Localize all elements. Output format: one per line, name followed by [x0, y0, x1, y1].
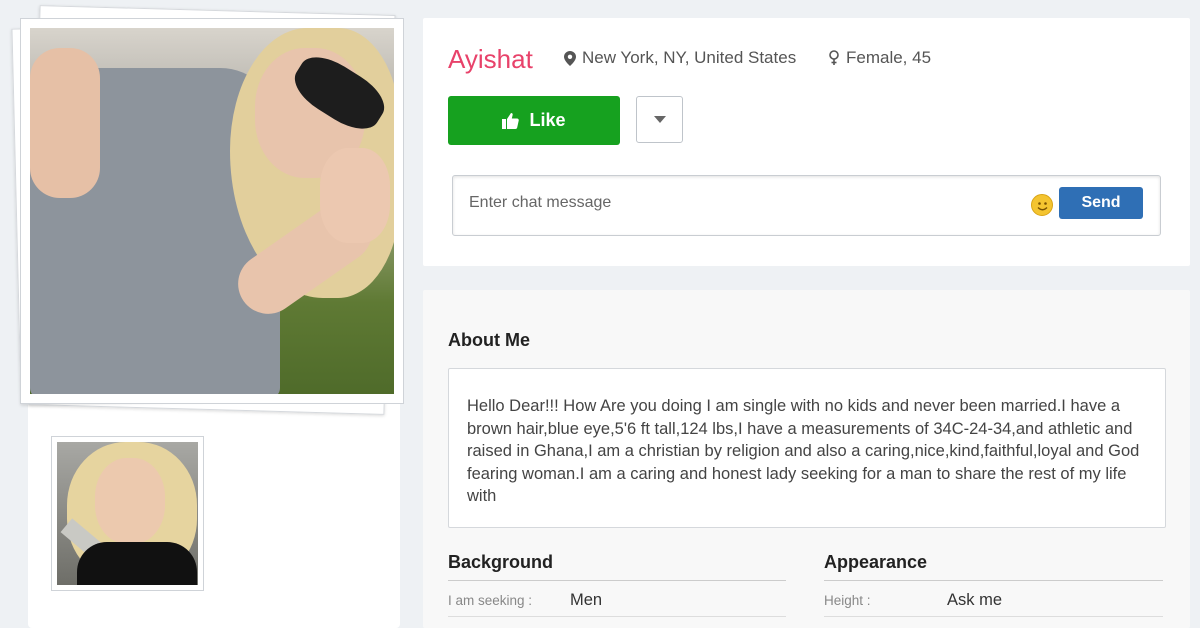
background-row-divider	[448, 616, 786, 617]
thumb-top	[77, 542, 197, 585]
background-title: Background	[448, 552, 554, 572]
map-pin-icon	[564, 50, 576, 66]
female-symbol-icon	[829, 50, 839, 65]
chat-box: Send	[452, 175, 1161, 236]
smiley-icon[interactable]	[1031, 194, 1053, 216]
main-photo-frame[interactable]	[20, 18, 404, 404]
appearance-row-divider	[824, 616, 1163, 617]
thumbs-up-icon	[502, 112, 520, 129]
thumbnail-frame[interactable]	[51, 436, 204, 591]
seeking-value: Men	[570, 591, 603, 609]
thumb-face	[95, 458, 165, 544]
profile-name: Ayishat	[448, 44, 533, 74]
smiley-face-glyph	[1037, 202, 1048, 211]
more-actions-dropdown[interactable]	[636, 96, 683, 143]
main-photo-stack	[11, 5, 408, 415]
photo-hand	[320, 148, 390, 243]
appearance-title: Appearance	[824, 552, 928, 572]
caret-down-icon	[653, 116, 666, 123]
chat-message-input[interactable]	[469, 190, 1009, 216]
location: New York, NY, United States	[564, 48, 796, 68]
about-title: About Me	[448, 330, 530, 350]
location-text: New York, NY, United States	[582, 48, 797, 67]
like-label: Like	[529, 110, 566, 130]
like-button[interactable]: Like	[448, 96, 620, 145]
gender-age: Female, 45	[828, 48, 931, 68]
height-label: Height :	[824, 593, 871, 608]
profile-header-card: Ayishat New York, NY, United States Fema…	[423, 18, 1190, 266]
height-value: Ask me	[947, 591, 1003, 609]
profile-thumbnail[interactable]	[57, 442, 198, 585]
main-photo[interactable]	[30, 28, 394, 394]
photo-arm	[30, 48, 100, 198]
profile-details-card: About Me Hello Dear!!! How Are you doing…	[423, 290, 1190, 628]
appearance-divider	[824, 580, 1163, 581]
send-button[interactable]: Send	[1059, 187, 1143, 219]
background-divider	[448, 580, 786, 581]
about-text: Hello Dear!!! How Are you doing I am sin…	[448, 368, 1166, 528]
gender-age-text: Female, 45	[846, 48, 932, 67]
seeking-label: I am seeking :	[448, 593, 533, 608]
